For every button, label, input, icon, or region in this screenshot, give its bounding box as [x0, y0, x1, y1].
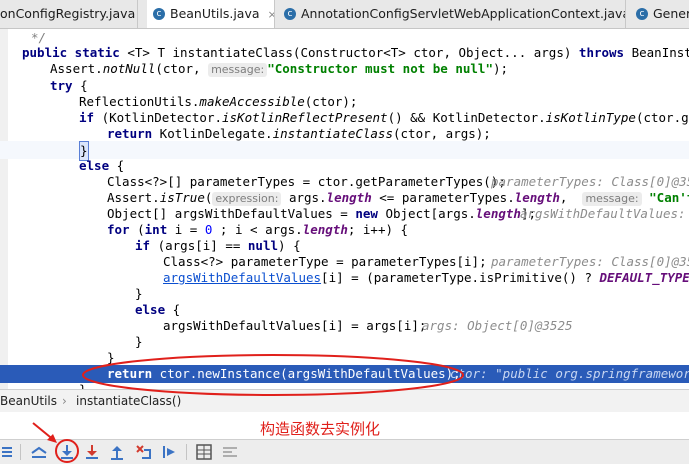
class-icon: c [284, 7, 296, 20]
annotation-text: 构造函数去实例化 [260, 420, 381, 438]
tab-label: BeanUtils.java [170, 6, 260, 21]
step-out-icon[interactable] [107, 442, 127, 462]
breadcrumb-method[interactable]: instantiateClass() [76, 390, 181, 412]
drop-frame-icon[interactable] [134, 442, 154, 462]
code-line: } [0, 381, 689, 389]
class-icon: c [636, 7, 648, 20]
show-execution-point-icon[interactable] [29, 442, 49, 462]
step-over-icon[interactable] [57, 442, 77, 462]
tab-generic[interactable]: c Generi [630, 0, 689, 28]
debugger-toolbar [0, 439, 689, 464]
tab-config-registry[interactable]: onConfigRegistry.java [0, 0, 138, 28]
code-editor[interactable]: */ public static <T> T instantiateClass(… [0, 29, 689, 389]
toolbar-separator [20, 444, 21, 460]
tab-annotation-config-context[interactable]: c AnnotationConfigServletWebApplicationCo… [278, 0, 626, 28]
evaluate-expression-icon[interactable] [194, 442, 214, 462]
tab-label: Generi [653, 6, 689, 21]
parameter-hint: expression: [212, 192, 282, 206]
breadcrumb-class[interactable]: BeanUtils [0, 390, 57, 412]
tab-label: AnnotationConfigServletWebApplicationCon… [301, 6, 626, 21]
parameter-hint: message: [582, 192, 642, 206]
code-line: Assert.notNull(ctor, message: "Constructo… [50, 61, 509, 77]
class-icon: c [153, 7, 165, 20]
close-tab-icon[interactable]: × [268, 8, 274, 21]
breadcrumb: BeanUtils › instantiateClass() [0, 389, 689, 412]
tab-bean-utils[interactable]: c BeanUtils.java × [147, 0, 275, 28]
tab-label: onConfigRegistry.java [0, 6, 136, 21]
menu-icon[interactable] [0, 442, 20, 462]
trace-icon[interactable] [220, 442, 240, 462]
run-to-cursor-icon[interactable] [160, 442, 180, 462]
breadcrumb-separator: › [62, 394, 67, 408]
toolbar-separator [186, 444, 187, 460]
parameter-hint: message: [208, 63, 268, 77]
step-into-icon[interactable] [82, 442, 102, 462]
editor-tab-bar: onConfigRegistry.java c BeanUtils.java × c… [0, 0, 689, 29]
